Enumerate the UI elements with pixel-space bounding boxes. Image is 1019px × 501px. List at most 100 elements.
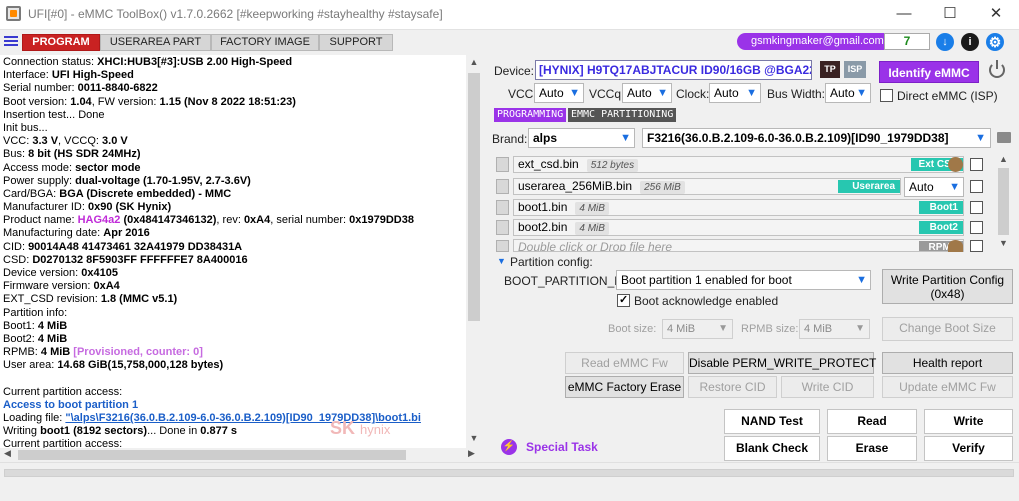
userarea-mode-select[interactable]: Auto ▼ <box>904 177 964 197</box>
hscrollbar-thumb[interactable] <box>18 450 406 460</box>
tab-support[interactable]: SUPPORT <box>319 34 393 51</box>
erase-button[interactable]: Erase <box>827 436 917 461</box>
change-boot-size-button[interactable]: Change Boot Size <box>882 317 1013 341</box>
file-icon <box>496 220 509 235</box>
log-horizontal-scrollbar[interactable]: ◀ ▶ <box>0 448 482 462</box>
tab-program[interactable]: PROGRAM <box>22 34 100 51</box>
minimize-button[interactable]: — <box>881 0 927 30</box>
menu-icon[interactable] <box>4 34 18 48</box>
chevron-down-icon: ▼ <box>657 87 668 99</box>
chevron-down-icon: ▼ <box>855 323 865 334</box>
vccq-select[interactable]: Auto ▼ <box>622 83 672 103</box>
credit-counter: 7 <box>884 33 930 50</box>
collapse-icon[interactable]: ▼ <box>497 256 506 266</box>
file-checkbox[interactable] <box>970 240 983 252</box>
rpmb-size-select[interactable]: 4 MiB ▼ <box>799 319 870 339</box>
update-emmc-fw-button[interactable]: Update eMMC Fw <box>882 376 1013 398</box>
blank-check-button[interactable]: Blank Check <box>724 436 820 461</box>
info-icon[interactable]: i <box>961 33 979 51</box>
write-partition-config-button[interactable]: Write Partition Config (0x48) <box>882 269 1013 304</box>
brand-label: Brand: <box>492 132 528 146</box>
partition-config-header: Partition config: <box>510 255 593 269</box>
clock-select[interactable]: Auto ▼ <box>709 83 761 103</box>
verify-button[interactable]: Verify <box>924 436 1013 461</box>
write-button[interactable]: Write <box>924 409 1013 434</box>
file-checkbox[interactable] <box>970 201 983 214</box>
scrollbar-thumb[interactable] <box>998 168 1009 235</box>
tab-emmc-partitioning[interactable]: EMMC PARTITIONING <box>568 108 677 122</box>
file-icon <box>496 157 509 172</box>
file-icon <box>496 179 509 194</box>
download-icon[interactable]: ↓ <box>936 33 954 51</box>
boot-partition-label: BOOT_PARTITION_EN <box>504 274 631 288</box>
log-vertical-scrollbar[interactable]: ▲ ▼ <box>466 55 482 448</box>
gear-icon[interactable] <box>948 240 963 252</box>
file-list-scrollbar[interactable]: ▲ ▼ <box>996 153 1011 251</box>
tp-badge: TP <box>820 61 840 78</box>
status-bar <box>0 462 1019 501</box>
scroll-right-icon[interactable]: ▶ <box>468 448 475 459</box>
disable-perm-write-protect-button[interactable]: Disable PERM_WRITE_PROTECT <box>688 352 876 374</box>
app-logo-icon <box>6 6 21 21</box>
file-checkbox[interactable] <box>970 180 983 193</box>
check-icon: ✓ <box>619 294 629 306</box>
rpmb-size-label: RPMB size: <box>741 323 799 335</box>
chevron-down-icon: ▼ <box>856 274 867 286</box>
tab-userarea-part[interactable]: USERAREA PART <box>100 34 211 51</box>
chevron-down-icon: ▼ <box>975 132 986 144</box>
account-email[interactable]: gsmkingmaker@gmail.com <box>737 33 884 50</box>
sk-hynix-watermark: SK hynix <box>330 418 391 438</box>
write-cid-button[interactable]: Write CID <box>781 376 874 398</box>
chevron-down-icon: ▼ <box>856 87 867 99</box>
restore-cid-button[interactable]: Restore CID <box>688 376 777 398</box>
tab-factory-image[interactable]: FACTORY IMAGE <box>211 34 319 51</box>
read-emmc-fw-button[interactable]: Read eMMC Fw <box>565 352 684 374</box>
progress-bar <box>4 469 1014 477</box>
file-checkbox[interactable] <box>970 221 983 234</box>
gear-icon[interactable] <box>948 157 963 172</box>
nand-test-button[interactable]: NAND Test <box>724 409 820 434</box>
health-report-button[interactable]: Health report <box>882 352 1013 374</box>
brand-select[interactable]: alps ▼ <box>528 128 635 148</box>
tab-programming[interactable]: PROGRAMMING <box>494 108 567 122</box>
scroll-up-icon: ▲ <box>999 154 1008 164</box>
settings-icon[interactable]: ⚙ <box>986 33 1004 51</box>
boot-size-select[interactable]: 4 MiB ▼ <box>662 319 733 339</box>
file-row-boot2[interactable]: boot2.bin 4 MiB Boot2 <box>513 219 964 236</box>
direct-emmc-label: Direct eMMC (ISP) <box>897 89 998 103</box>
boot-size-label: Boot size: <box>608 323 657 335</box>
clock-label: Clock: <box>676 87 710 101</box>
isp-badge: ISP <box>844 61 866 78</box>
identify-emmc-button[interactable]: Identify eMMC <box>879 61 979 83</box>
file-row-userarea[interactable]: userarea_256MiB.bin 256 MiB Userarea <box>513 178 901 195</box>
read-button[interactable]: Read <box>827 409 917 434</box>
scroll-up-icon[interactable]: ▲ <box>466 57 482 67</box>
scrollbar-thumb[interactable] <box>468 73 480 321</box>
file-row-boot1[interactable]: boot1.bin 4 MiB Boot1 <box>513 199 964 216</box>
boot-partition-select[interactable]: Boot partition 1 enabled for boot ▼ <box>616 270 871 290</box>
vcc-select[interactable]: Auto ▼ <box>534 83 584 103</box>
file-row-ext-csd[interactable]: ext_csd.bin 512 bytes Ext CSD <box>513 156 964 173</box>
scroll-down-icon[interactable]: ▼ <box>466 433 482 443</box>
boot-ack-label: Boot acknowledge enabled <box>634 294 779 308</box>
direct-emmc-checkbox[interactable] <box>880 89 893 102</box>
log-output[interactable]: Connection status: XHCI:HUB3[#3]:USB 2.0… <box>0 55 466 448</box>
maximize-button[interactable]: ☐ <box>927 0 973 30</box>
folder-icon[interactable] <box>997 132 1011 143</box>
device-field[interactable]: [HYNIX] H9TQ17ABJTACUR ID90/16GB @BGA221 <box>535 60 812 80</box>
scroll-down-icon: ▼ <box>999 238 1008 248</box>
model-select[interactable]: F3216(36.0.B.2.109-6.0-36.0.B.2.109)[ID9… <box>642 128 991 148</box>
emmc-factory-erase-button[interactable]: eMMC Factory Erase <box>565 376 684 398</box>
bus-width-select[interactable]: Auto ▼ <box>825 83 871 103</box>
vcc-label: VCC: <box>508 87 537 101</box>
boot-ack-checkbox[interactable]: ✓ <box>617 294 630 307</box>
file-icon <box>496 240 509 252</box>
scroll-left-icon[interactable]: ◀ <box>4 448 11 459</box>
special-task-icon[interactable]: ⚡ <box>501 439 517 455</box>
special-task-link[interactable]: Special Task <box>526 440 598 454</box>
file-checkbox[interactable] <box>970 158 983 171</box>
vccq-label: VCCq: <box>589 87 625 101</box>
chevron-down-icon: ▼ <box>718 323 728 334</box>
file-row-rpmb[interactable]: Double click or Drop file here RPMB <box>513 239 964 252</box>
close-button[interactable]: ✕ <box>973 0 1019 30</box>
